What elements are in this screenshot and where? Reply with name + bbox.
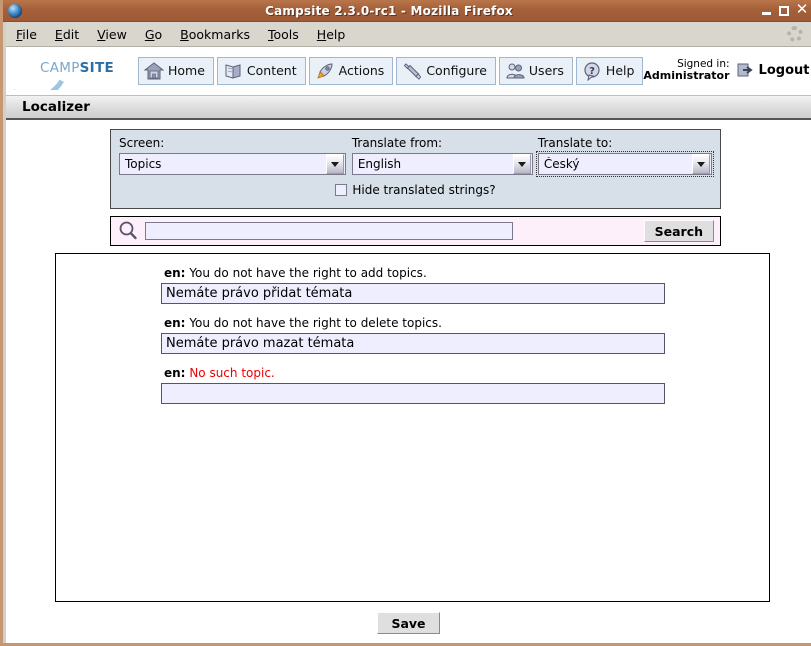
hide-translated-label: Hide translated strings?	[352, 183, 496, 197]
translate-to-select[interactable]: Český	[535, 151, 715, 177]
menu-edit[interactable]: Edit	[47, 25, 87, 44]
menu-tools[interactable]: Tools	[260, 25, 307, 44]
translations-panel: en: You do not have the right to add top…	[55, 253, 770, 602]
save-button[interactable]: Save	[377, 612, 440, 634]
search-button[interactable]: Search	[643, 220, 714, 242]
wrench-icon	[404, 62, 422, 80]
source-lang-code: en:	[164, 266, 186, 280]
menu-view[interactable]: View	[89, 25, 135, 44]
firefox-globe-icon	[6, 2, 24, 20]
nav-help-button[interactable]: ? Help	[575, 56, 644, 85]
translation-input[interactable]	[161, 383, 665, 404]
question-bubble-icon: ?	[584, 61, 600, 81]
translation-entry: en: You do not have the right to delete …	[56, 316, 769, 354]
rocket-icon	[317, 62, 333, 79]
menu-help[interactable]: Help	[309, 25, 354, 44]
translation-entry: en: No such topic.	[56, 366, 769, 404]
search-bar: Search	[110, 216, 721, 246]
throbber-icon	[787, 26, 803, 42]
close-button[interactable]: ✕	[794, 2, 810, 19]
source-string-text: No such topic.	[189, 366, 275, 380]
page-title: Localizer	[22, 99, 90, 115]
filter-panel: Screen: Topics Translate from: English T…	[110, 129, 721, 209]
translate-to-filter: Translate to: Český	[535, 136, 715, 177]
screen-filter: Screen: Topics	[119, 136, 346, 175]
translate-from-select[interactable]: English	[351, 153, 533, 175]
logout-button[interactable]: Logout	[736, 60, 810, 80]
screenshot-root: Campsite 2.3.0-rc1 - Mozilla Firefox ✕ F…	[0, 0, 811, 646]
maximize-button[interactable]	[776, 3, 792, 19]
campsite-swoosh-logo: CAMPSITE	[10, 48, 132, 94]
translate-to-label: Translate to:	[537, 136, 613, 150]
translate-from-filter: Translate from: English	[351, 136, 533, 175]
translate-from-value: English	[357, 157, 402, 171]
app-header: CAMPSITE Home Content Actions Configure …	[6, 47, 811, 95]
translate-from-label: Translate from:	[351, 136, 443, 150]
logout-arrow-icon	[737, 63, 753, 77]
magnifier-icon	[119, 221, 137, 240]
book-icon	[225, 63, 241, 79]
nav-users-label: Users	[528, 63, 564, 78]
signed-in-user: Administrator	[643, 69, 730, 83]
source-string-row: en: You do not have the right to add top…	[56, 266, 769, 280]
brand-name-bold: SITE	[79, 59, 115, 76]
nav-home-button[interactable]: Home	[138, 56, 214, 85]
nav-home-label: Home	[168, 63, 205, 78]
translate-to-value: Český	[543, 157, 580, 171]
browser-viewport: CAMPSITE Home Content Actions Configure …	[6, 47, 811, 643]
window-frame: Campsite 2.3.0-rc1 - Mozilla Firefox ✕ F…	[0, 0, 811, 646]
house-icon	[144, 61, 164, 79]
nav-actions-button[interactable]: Actions	[308, 56, 394, 85]
main-navigation: Home Content Actions Configure Users ? H…	[138, 56, 644, 85]
hide-translated-checkbox[interactable]	[335, 184, 348, 196]
menu-bar: File Edit View Go Bookmarks Tools Help	[6, 22, 811, 47]
menu-go[interactable]: Go	[137, 25, 170, 44]
translation-input[interactable]	[161, 333, 665, 354]
page-title-bar: Localizer	[6, 95, 811, 120]
search-input[interactable]	[145, 222, 513, 240]
source-string-row: en: No such topic.	[56, 366, 769, 380]
nav-configure-label: Configure	[426, 63, 487, 78]
source-lang-code: en:	[164, 366, 186, 380]
minimize-button[interactable]	[758, 3, 774, 19]
source-lang-code: en:	[164, 316, 186, 330]
nav-help-label: Help	[605, 63, 635, 78]
screen-select-value: Topics	[125, 157, 162, 171]
chevron-down-icon	[692, 154, 710, 174]
account-area: Signed in: Administrator Logout	[643, 58, 811, 83]
source-string-text: You do not have the right to add topics.	[189, 266, 427, 280]
screen-label: Screen:	[119, 136, 165, 150]
screen-select[interactable]: Topics	[119, 153, 346, 175]
chevron-down-icon	[512, 154, 531, 174]
window-controls: ✕	[758, 2, 810, 19]
menu-bookmarks[interactable]: Bookmarks	[172, 25, 258, 44]
source-string-text: You do not have the right to delete topi…	[189, 316, 442, 330]
brand-name-light: CAMP	[40, 59, 80, 76]
chevron-down-icon	[325, 154, 344, 174]
menu-file[interactable]: File	[8, 25, 45, 44]
nav-configure-button[interactable]: Configure	[396, 56, 496, 85]
form-footer: Save	[6, 612, 811, 634]
nav-actions-label: Actions	[338, 63, 385, 78]
people-icon	[506, 63, 525, 78]
nav-content-label: Content	[246, 63, 297, 78]
window-title: Campsite 2.3.0-rc1 - Mozilla Firefox	[265, 3, 513, 18]
translation-entry: en: You do not have the right to add top…	[56, 266, 769, 304]
svg-text:?: ?	[589, 66, 595, 77]
source-string-row: en: You do not have the right to delete …	[56, 316, 769, 330]
translation-input[interactable]	[161, 283, 665, 304]
nav-content-button[interactable]: Content	[216, 56, 306, 85]
hide-translated-row: Hide translated strings?	[119, 183, 712, 197]
nav-users-button[interactable]: Users	[498, 56, 573, 85]
logout-label: Logout	[758, 62, 810, 78]
window-titlebar: Campsite 2.3.0-rc1 - Mozilla Firefox ✕	[3, 0, 811, 22]
